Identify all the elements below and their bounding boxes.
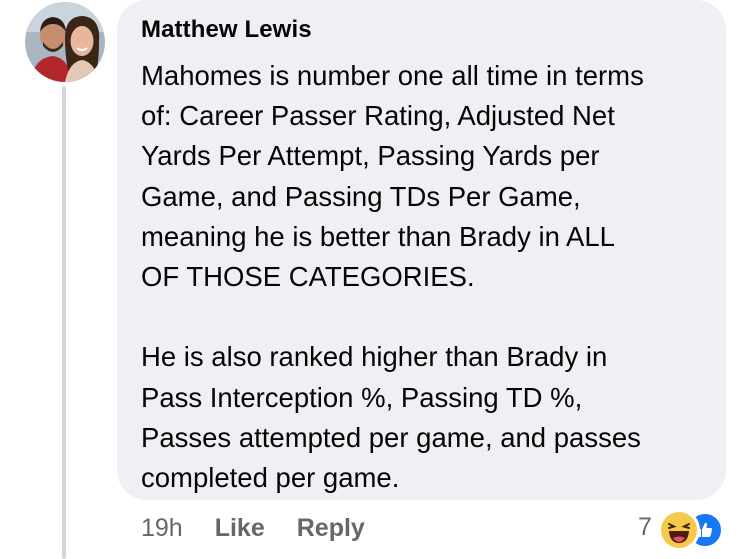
comment-text: Mahomes is number one all time in terms … xyxy=(141,56,704,498)
reaction-count: 7 xyxy=(638,512,652,541)
comment-line: Mahomes is number one all time in terms xyxy=(141,60,644,91)
avatar[interactable] xyxy=(25,2,105,82)
comment-line: Passes attempted per game, and passes xyxy=(141,421,641,453)
reply-button[interactable]: Reply xyxy=(297,514,365,543)
comment-author[interactable]: Matthew Lewis xyxy=(141,14,704,46)
comment-line: of: Career Passer Rating, Adjusted Net xyxy=(141,100,615,132)
reaction-summary[interactable]: 7 xyxy=(638,505,726,551)
comment-line: OF THOSE CATEGORIES. xyxy=(141,261,475,293)
haha-icon xyxy=(657,509,700,551)
comment-line: meaning he is better than Brady in ALL xyxy=(141,220,615,252)
comment-line: completed per game. xyxy=(141,462,400,494)
reaction-icons xyxy=(657,507,726,551)
comment-timestamp[interactable]: 19h xyxy=(141,514,183,543)
comment-paragraph-2: He is also ranked higher than Brady in P… xyxy=(141,337,704,498)
like-button[interactable]: Like xyxy=(215,514,265,543)
comment-actions: 19h Like Reply xyxy=(141,508,365,548)
comment-line: Pass Interception %, Passing TD %, xyxy=(141,381,583,413)
avatar-photo xyxy=(25,2,105,82)
comment-line: Yards Per Attempt, Passing Yards per xyxy=(141,140,600,172)
thread-line xyxy=(62,86,66,559)
comment-bubble: Matthew Lewis Mahomes is number one all … xyxy=(117,0,726,500)
comment-line: He is also ranked higher than Brady in xyxy=(141,341,608,373)
comment-line: Game, and Passing TDs Per Game, xyxy=(141,180,581,212)
comment-paragraph-1: Mahomes is number one all time in terms … xyxy=(141,56,704,297)
